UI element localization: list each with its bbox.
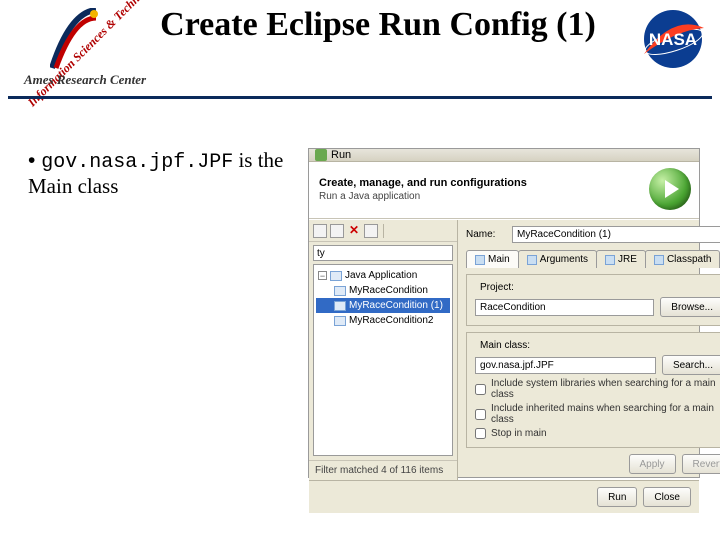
banner-subtext: Run a Java application bbox=[319, 191, 649, 202]
dialog-footer: Run Close bbox=[309, 480, 699, 513]
tree-item[interactable]: MyRaceCondition2 bbox=[316, 313, 450, 328]
main-class-input[interactable] bbox=[475, 357, 656, 374]
name-input[interactable] bbox=[512, 226, 720, 243]
slide-body: • gov.nasa.jpf.JPF is the Main class Run… bbox=[0, 98, 720, 486]
chk-label: Include system libraries when searching … bbox=[491, 378, 720, 400]
tab-main-icon bbox=[475, 255, 485, 265]
delete-config-icon[interactable]: ✕ bbox=[347, 224, 361, 238]
project-group: Project: Browse... bbox=[466, 274, 720, 326]
tab-classpath-icon bbox=[654, 255, 664, 265]
java-app-icon bbox=[330, 271, 342, 281]
name-label: Name: bbox=[466, 229, 506, 240]
ames-swoosh-icon bbox=[50, 8, 98, 70]
tab-jre-icon bbox=[605, 255, 615, 265]
chk-include-system[interactable]: Include system libraries when searching … bbox=[475, 378, 720, 400]
nasa-logo-icon: NASA bbox=[636, 8, 710, 70]
close-button[interactable]: Close bbox=[643, 487, 691, 507]
tab-args-icon bbox=[527, 255, 537, 265]
tree-root-java-application[interactable]: − Java Application bbox=[316, 268, 450, 283]
tab-label: Main bbox=[488, 254, 510, 265]
config-tree[interactable]: − Java Application MyRaceCondition MyRac… bbox=[313, 264, 453, 456]
run-dialog: Run Create, manage, and run configuratio… bbox=[308, 148, 700, 478]
run-button[interactable]: Run bbox=[597, 487, 637, 507]
ames-logo: Information Sciences & Technology Ames R… bbox=[10, 4, 120, 92]
play-icon bbox=[649, 168, 691, 210]
new-config-icon[interactable] bbox=[313, 224, 327, 238]
project-group-title: Project: bbox=[477, 282, 517, 293]
titlebar-text: Run bbox=[331, 149, 351, 161]
tree-item-label: MyRaceCondition2 bbox=[349, 315, 434, 326]
config-tabs: Main Arguments JRE Classpath » bbox=[466, 249, 720, 268]
tab-label: Arguments bbox=[540, 254, 588, 265]
checkbox[interactable] bbox=[475, 409, 486, 420]
header-divider bbox=[8, 96, 712, 99]
config-form: Name: Main Arguments JRE Classpath » Pro… bbox=[458, 220, 720, 480]
bullet-main-class: • gov.nasa.jpf.JPF is the Main class bbox=[28, 148, 298, 478]
tree-toolbar: ✕ bbox=[309, 220, 457, 242]
checkbox[interactable] bbox=[475, 428, 486, 439]
toolbar-separator bbox=[383, 224, 384, 238]
tree-item-label: MyRaceCondition (1) bbox=[349, 300, 443, 311]
chk-label: Include inherited mains when searching f… bbox=[491, 403, 720, 425]
tree-item-selected[interactable]: MyRaceCondition (1) bbox=[316, 298, 450, 313]
java-launch-icon bbox=[334, 286, 346, 296]
tree-item-label: MyRaceCondition bbox=[349, 285, 428, 296]
tree-status: Filter matched 4 of 116 items bbox=[309, 460, 457, 480]
filter-icon[interactable] bbox=[364, 224, 378, 238]
browse-button[interactable]: Browse... bbox=[660, 297, 720, 317]
config-tree-panel: ✕ − Java Application MyRaceCondition bbox=[309, 220, 458, 480]
nasa-word: NASA bbox=[649, 30, 697, 49]
tree-root-label: Java Application bbox=[345, 270, 417, 281]
main-class-group-title: Main class: bbox=[477, 340, 533, 351]
revert-button[interactable]: Revert bbox=[682, 454, 720, 474]
tab-label: Classpath bbox=[667, 254, 711, 265]
tab-jre[interactable]: JRE bbox=[596, 250, 646, 268]
tab-classpath[interactable]: Classpath bbox=[645, 250, 720, 268]
dialog-banner: Create, manage, and run configurations R… bbox=[309, 162, 699, 219]
slide-title: Create Eclipse Run Config (1) bbox=[120, 4, 636, 43]
tree-filter-input[interactable] bbox=[313, 245, 453, 261]
titlebar: Run bbox=[309, 149, 699, 162]
tab-main[interactable]: Main bbox=[466, 250, 519, 268]
bullet-dot: • bbox=[28, 149, 41, 172]
search-button[interactable]: Search... bbox=[662, 355, 720, 375]
run-icon bbox=[315, 149, 327, 161]
chk-label: Stop in main bbox=[491, 428, 547, 439]
java-launch-icon bbox=[334, 316, 346, 326]
banner-heading: Create, manage, and run configurations bbox=[319, 177, 649, 189]
collapse-icon[interactable]: − bbox=[318, 271, 327, 280]
duplicate-config-icon[interactable] bbox=[330, 224, 344, 238]
project-input[interactable] bbox=[475, 299, 654, 316]
main-class-group: Main class: Search... Include system lib… bbox=[466, 332, 720, 448]
chk-stop-in-main[interactable]: Stop in main bbox=[475, 428, 720, 439]
bullet-code: gov.nasa.jpf.JPF bbox=[41, 151, 233, 174]
slide-header: Information Sciences & Technology Ames R… bbox=[0, 0, 720, 98]
tab-arguments[interactable]: Arguments bbox=[518, 250, 597, 268]
tree-item[interactable]: MyRaceCondition bbox=[316, 283, 450, 298]
ames-center-name: Ames Research Center bbox=[24, 72, 146, 88]
apply-button[interactable]: Apply bbox=[629, 454, 676, 474]
tab-label: JRE bbox=[618, 254, 637, 265]
java-launch-icon bbox=[334, 301, 346, 311]
chk-include-inherited[interactable]: Include inherited mains when searching f… bbox=[475, 403, 720, 425]
checkbox[interactable] bbox=[475, 384, 486, 395]
